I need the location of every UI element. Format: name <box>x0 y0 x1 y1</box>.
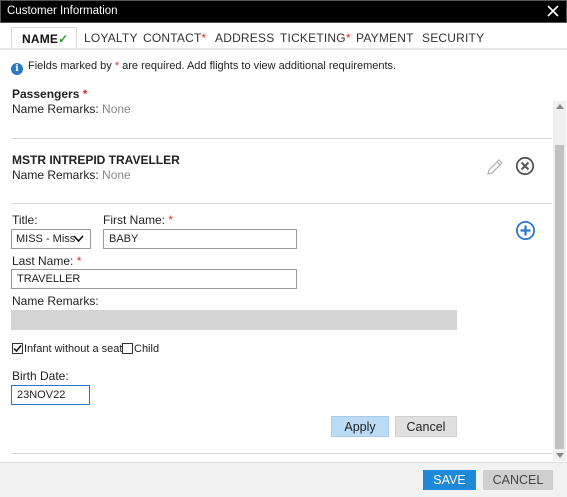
save-button[interactable]: SAVE <box>423 470 476 490</box>
first-name-label: First Name: * <box>103 213 174 227</box>
birth-date-field[interactable] <box>11 385 90 405</box>
plus-circle-icon[interactable] <box>515 220 536 241</box>
info-icon: i <box>11 63 23 75</box>
divider <box>12 138 552 139</box>
birth-date-label: Birth Date: <box>12 369 69 383</box>
tab-ticketing[interactable]: TICKETING* <box>280 31 351 45</box>
tab-contact-label: CONTACT <box>143 31 202 45</box>
name-remarks-label: Name Remarks: <box>12 294 99 308</box>
infant-checkbox[interactable] <box>12 343 23 354</box>
chevron-down-icon <box>73 235 84 243</box>
tab-bar: NAME✓ LOYALTY CONTACT* ADDRESS TICKETING… <box>0 23 567 50</box>
infant-label: Infant without a seat <box>24 343 123 355</box>
child-label: Child <box>134 343 160 355</box>
partial-remarks: Name Remarks: None <box>12 102 131 116</box>
passenger-remarks: Name Remarks: None <box>12 168 131 182</box>
apply-button[interactable]: Apply <box>331 416 389 437</box>
title-label: Title: <box>12 213 38 227</box>
vertical-scrollbar[interactable] <box>553 101 566 461</box>
tab-contact[interactable]: CONTACT* <box>143 31 206 45</box>
scrollbar-thumb[interactable] <box>555 145 564 449</box>
tab-payment-label: PAYMENT <box>356 31 414 45</box>
tab-ticketing-label: TICKETING <box>280 31 346 45</box>
tab-name-label: NAME <box>22 32 59 46</box>
cancel-form-button[interactable]: Cancel <box>395 416 457 437</box>
dialog-footer: SAVE CANCEL <box>0 462 567 497</box>
tab-loyalty-label: LOYALTY <box>84 31 138 45</box>
cancel-button[interactable]: CANCEL <box>483 470 553 490</box>
tab-security-label: SECURITY <box>422 31 485 45</box>
checkmark-icon: ✓ <box>58 32 69 46</box>
tab-address[interactable]: ADDRESS <box>215 31 274 45</box>
passenger-list[interactable]: Name Remarks: None MSTR INTREPID TRAVELL… <box>0 101 553 461</box>
tab-security[interactable]: SECURITY <box>422 31 484 45</box>
required-fields-notice: i Fields marked by * are required. Add fl… <box>11 60 396 75</box>
tab-payment[interactable]: PAYMENT <box>356 31 414 45</box>
divider <box>12 453 552 454</box>
title-select[interactable]: MISS - Miss <box>11 229 91 249</box>
scroll-down-icon[interactable] <box>556 453 564 458</box>
child-checkbox[interactable] <box>122 343 133 354</box>
pencil-icon[interactable] <box>485 157 505 177</box>
first-name-field[interactable] <box>103 229 297 249</box>
scroll-up-icon[interactable] <box>556 104 564 109</box>
tab-name[interactable]: NAME✓ <box>11 27 78 48</box>
passenger-name: MSTR INTREPID TRAVELLER <box>12 153 180 167</box>
required-mark: * <box>201 31 207 45</box>
divider <box>12 203 552 204</box>
tab-loyalty[interactable]: LOYALTY <box>84 31 138 45</box>
tab-address-label: ADDRESS <box>215 31 275 45</box>
window-title: Customer Information <box>7 5 118 17</box>
checkmark-icon <box>13 345 22 353</box>
last-name-field[interactable] <box>11 269 297 289</box>
title-bar: Customer Information <box>0 0 567 23</box>
passengers-heading: Passengers * <box>12 87 88 101</box>
last-name-label: Last Name: * <box>12 254 82 268</box>
name-remarks-field[interactable] <box>11 310 457 330</box>
close-icon[interactable] <box>544 2 562 20</box>
required-mark: * <box>345 31 351 45</box>
close-circle-icon[interactable] <box>515 156 535 176</box>
